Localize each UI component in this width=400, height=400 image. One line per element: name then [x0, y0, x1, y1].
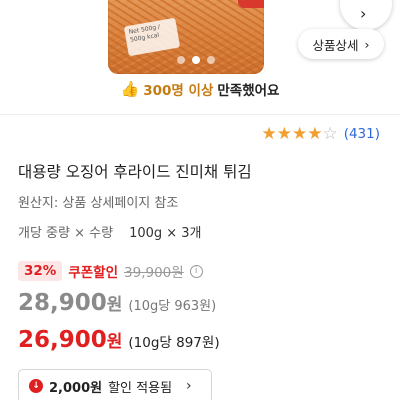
star-empty-icon: ☆: [322, 124, 338, 144]
discount-applied-button[interactable]: ↓ 2,000원 할인 적용됨 ›: [18, 369, 212, 400]
star-filled-icon: ★: [261, 124, 277, 144]
satisfaction-text: 만족했어요: [217, 83, 280, 99]
product-title: 대용량 오징어 후라이드 진미채 튀김: [18, 163, 252, 181]
unit-info: 개당 중량 × 수량 100g × 3개: [18, 222, 202, 241]
coupon-price-row: 26,900원 (10g당 897원): [18, 327, 220, 353]
arrow-down-icon: ↓: [29, 379, 43, 393]
coupon-price: 26,900: [18, 327, 107, 353]
unit-label: 개당 중량 × 수량: [18, 226, 114, 241]
section-divider: [0, 114, 400, 115]
satisfaction-count: 300명 이상: [143, 83, 214, 99]
coupon-discount-row: 32% 쿠폰할인 39,900원 i: [18, 261, 203, 281]
satisfaction-banner: 👍 300명 이상 만족했어요: [0, 77, 400, 101]
info-icon[interactable]: i: [189, 264, 203, 278]
rating[interactable]: ★ ★ ★ ★ ☆ (431): [261, 124, 380, 144]
star-filled-icon: ★: [307, 124, 323, 144]
package-red-corner: [238, 0, 264, 8]
star-filled-icon: ★: [276, 124, 292, 144]
discount-applied-label: 할인 적용됨: [108, 380, 173, 396]
carousel-dot-active[interactable]: [192, 56, 200, 64]
thumbs-up-icon: 👍: [120, 80, 140, 98]
review-count-link[interactable]: (431): [344, 126, 380, 142]
sale-price-row: 28,900원 (10g당 963원): [18, 290, 216, 316]
coupon-price-currency: 원: [106, 332, 123, 352]
discount-amount: 2,000원: [49, 380, 103, 396]
sale-unit-price: (10g당 963원): [128, 299, 217, 314]
unit-value: 100g × 3개: [129, 226, 202, 241]
product-detail-label: 상품상세: [312, 37, 359, 53]
original-price: 39,900원: [124, 265, 184, 281]
sale-price-currency: 원: [106, 295, 123, 315]
sale-price: 28,900: [18, 290, 107, 316]
carousel-dot[interactable]: [207, 56, 215, 64]
carousel-dots: [177, 54, 223, 66]
coupon-discount-label: 쿠폰할인: [68, 265, 119, 281]
chevron-right-icon: ›: [186, 378, 192, 394]
package-label: Net 500g / 500g kcal: [123, 17, 181, 57]
chevron-right-icon: ›: [360, 4, 367, 23]
star-rating: ★ ★ ★ ★ ☆: [261, 124, 337, 144]
coupon-unit-price: (10g당 897원): [128, 335, 220, 351]
star-filled-icon: ★: [291, 124, 308, 144]
carousel-dot[interactable]: [177, 56, 185, 64]
origin-info: 원산지: 상품 상세페이지 참조: [18, 196, 179, 211]
discount-percent-badge: 32%: [18, 261, 63, 281]
product-detail-button[interactable]: 상품상세 ›: [298, 29, 384, 59]
chevron-right-icon: ›: [364, 36, 370, 52]
